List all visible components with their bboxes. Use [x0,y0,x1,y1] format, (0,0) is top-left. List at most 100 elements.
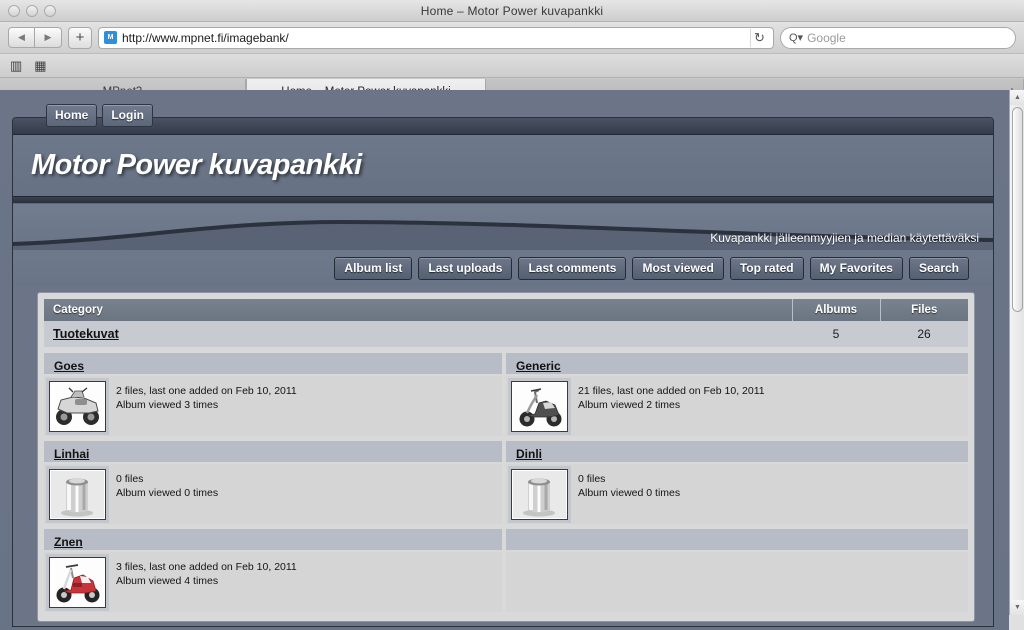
empty-album-icon [51,471,104,518]
resize-grip-icon[interactable] [1009,615,1024,630]
album-cell-generic: Generic 21 files, last one added on Feb … [506,353,968,436]
album-row: Linhai 0 files Album viewed 0 times Dinl… [44,441,968,524]
album-link-dinli[interactable]: Dinli [516,447,542,461]
gallery-nav-buttons: Album list Last uploads Last comments Mo… [13,250,993,287]
category-cell: Tuotekuvat [44,321,792,347]
album-header: Dinli [506,441,968,462]
page-scrollbar[interactable]: ▲ ▼ [1009,90,1024,630]
album-meta: 21 files, last one added on Feb 10, 2011… [578,381,765,412]
last-comments-button[interactable]: Last comments [518,257,627,280]
scooter-gray-thumbnail[interactable] [511,381,568,432]
site-panel: Motor Power kuvapankki Kuvapankki jällee… [12,117,994,627]
browser-window: Home – Motor Power kuvapankki ◀ ▶ + M ht… [0,0,1024,630]
page-viewport: Home Login Motor Power kuvapankki Kuvapa… [0,90,1024,630]
empty-album-placeholder[interactable] [49,469,106,520]
album-header: Goes [44,353,502,374]
album-meta: 2 files, last one added on Feb 10, 2011 … [116,381,297,412]
album-list-button[interactable]: Album list [334,257,413,280]
window-controls[interactable] [8,5,56,17]
album-body: 3 files, last one added on Feb 10, 2011 … [44,550,502,612]
album-link-goes[interactable]: Goes [54,359,84,373]
add-icon[interactable]: + [68,26,92,49]
album-views-line: Album viewed 0 times [578,487,681,499]
forward-icon[interactable]: ▶ [35,27,62,48]
scroll-down-icon[interactable]: ▼ [1010,600,1024,615]
nav-home-button[interactable]: Home [46,104,98,127]
album-cell-linhai: Linhai 0 files Album viewed 0 times [44,441,506,524]
category-link-tuotekuvat[interactable]: Tuotekuvat [53,327,119,341]
bookmarks-bar: ▥ ▦ [0,54,1024,78]
scooter-red-thumbnail[interactable] [49,557,106,608]
close-button[interactable] [8,5,20,17]
bookmarks-icon[interactable]: ▥ [10,59,22,72]
album-cell-dinli: Dinli 0 files Album viewed 0 times [506,441,968,524]
search-input[interactable]: Q▾ Google [780,26,1016,49]
category-table: Category Albums Files Tuotekuvat 5 26 [44,299,968,347]
navigation-buttons: ◀ ▶ [8,27,62,48]
search-icon: Q▾ [789,32,804,44]
album-meta: 0 files Album viewed 0 times [116,469,218,500]
address-bar[interactable]: M http://www.mpnet.fi/imagebank/ ↻ [98,26,774,49]
album-files-line: 0 files [116,473,144,485]
minimize-button[interactable] [26,5,38,17]
title-bar: Home – Motor Power kuvapankki [0,0,1024,22]
most-viewed-button[interactable]: Most viewed [632,257,724,280]
album-header: Linhai [44,441,502,462]
header-albums: Albums [792,299,881,321]
url-text[interactable]: http://www.mpnet.fi/imagebank/ [122,31,745,45]
search-placeholder: Google [807,30,846,45]
window-title: Home – Motor Power kuvapankki [420,3,604,18]
category-list-panel: Category Albums Files Tuotekuvat 5 26 Go… [37,292,975,622]
album-views-line: Album viewed 3 times [116,399,219,411]
atv-quad-thumbnail[interactable] [49,381,106,432]
album-cell-znen: Znen 3 files, last one added on Feb 10, … [44,529,506,612]
top-rated-button[interactable]: Top rated [729,257,804,280]
my-favorites-button[interactable]: My Favorites [809,257,903,280]
album-row: Goes 2 files, last one added on Feb 10, … [44,353,968,436]
last-uploads-button[interactable]: Last uploads [418,257,513,280]
scroll-up-icon[interactable]: ▲ [1010,90,1024,105]
empty-album-icon [513,471,566,518]
category-albums-count: 5 [792,321,880,347]
banner-divider [13,197,993,204]
site-favicon-icon: M [104,31,117,44]
album-header-empty [506,529,968,550]
back-icon[interactable]: ◀ [8,27,35,48]
page-title: Motor Power kuvapankki [31,149,362,181]
album-files-line: 3 files, last one added on Feb 10, 2011 [116,561,297,573]
scrollbar-thumb[interactable] [1012,107,1023,312]
nav-login-button[interactable]: Login [102,104,153,127]
album-files-line: 21 files, last one added on Feb 10, 2011 [578,385,765,397]
category-files-count: 26 [880,321,968,347]
album-body: 0 files Album viewed 0 times [506,462,968,524]
album-views-line: Album viewed 0 times [116,487,219,499]
site-top-navigation: Home Login [46,104,153,127]
top-sites-grid-icon[interactable]: ▦ [34,59,46,72]
search-button[interactable]: Search [908,257,969,280]
web-page: Home Login Motor Power kuvapankki Kuvapa… [0,90,1009,630]
maximize-button[interactable] [44,5,56,17]
tagline-area: Kuvapankki jälleenmyyjien ja median käyt… [13,204,993,250]
empty-album-placeholder[interactable] [511,469,568,520]
album-body-empty [506,550,968,612]
reload-icon[interactable]: ↻ [750,28,768,47]
album-link-generic[interactable]: Generic [516,359,561,373]
album-link-znen[interactable]: Znen [54,535,83,549]
album-cell-goes: Goes 2 files, last one added on Feb 10, … [44,353,506,436]
album-header: Generic [506,353,968,374]
atv-quad-icon [51,383,104,430]
site-tagline: Kuvapankki jälleenmyyjien ja median käyt… [710,231,979,245]
album-files-line: 0 files [578,473,606,485]
album-body: 2 files, last one added on Feb 10, 2011 … [44,374,502,436]
album-views-line: Album viewed 2 times [578,399,681,411]
album-link-linhai[interactable]: Linhai [54,447,89,461]
browser-toolbar: ◀ ▶ + M http://www.mpnet.fi/imagebank/ ↻… [0,22,1024,54]
album-views-line: Album viewed 4 times [116,575,219,587]
red-scooter-icon [51,559,104,606]
header-category: Category [44,299,793,321]
album-meta: 3 files, last one added on Feb 10, 2011 … [116,557,297,588]
album-meta: 0 files Album viewed 0 times [578,469,680,500]
table-row[interactable]: Tuotekuvat 5 26 [44,321,968,347]
header-files: Files [880,299,968,321]
scooter-icon [513,383,566,430]
